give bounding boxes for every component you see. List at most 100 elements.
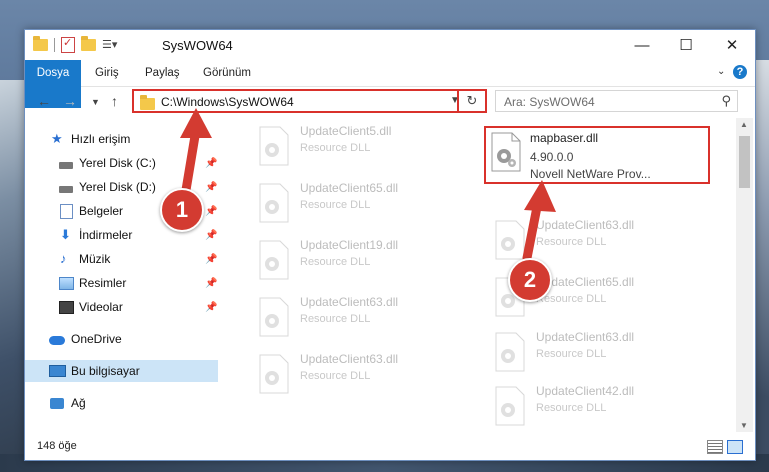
properties-icon[interactable] (61, 36, 75, 53)
ribbon: Dosya Giriş Paylaş Görünüm ⌄ ? (25, 60, 755, 108)
dll-file-icon (495, 220, 525, 260)
expand-ribbon-icon[interactable]: ⌄ (717, 66, 725, 77)
file-description: Resource DLL (536, 236, 607, 248)
tab-home[interactable]: Giriş (95, 60, 119, 86)
new-folder-icon[interactable] (81, 36, 96, 51)
this-pc-icon (49, 365, 66, 377)
navigation-bar: ← → ▼ ↑ C:\Windows\SysWOW64 ▼ ↻ Ara: Sys… (25, 87, 755, 117)
file-name: UpdateClient5.dll (300, 124, 392, 138)
pin-icon: 📌 (205, 277, 218, 289)
file-description: Resource DLL (300, 142, 371, 154)
folder-icon (33, 36, 48, 51)
file-version: 4.90.0.0 (530, 150, 574, 164)
sidebar-item-music[interactable]: ♪ Müzik 📌 (25, 248, 218, 270)
dll-file-icon (259, 354, 289, 394)
window-title: SysWOW64 (162, 38, 233, 53)
dll-file-icon (259, 126, 289, 166)
file-item[interactable]: UpdateClient63.dll Resource DLL (486, 326, 706, 374)
file-name: UpdateClient63.dll (536, 330, 635, 344)
sidebar-item-onedrive[interactable]: OneDrive (25, 328, 218, 350)
sidebar-item-label: Resimler (79, 276, 127, 290)
sidebar-item-quick-access[interactable]: ★ Hızlı erişim (25, 128, 218, 150)
refresh-button[interactable]: ↻ (457, 89, 487, 113)
pin-icon: 📌 (205, 205, 218, 217)
pictures-icon (59, 276, 74, 290)
toolbar-separator (54, 38, 55, 52)
sidebar-item-label: Hızlı erişim (71, 132, 131, 146)
item-count: 148 öğe (37, 440, 77, 452)
folder-icon (140, 95, 155, 110)
file-name: UpdateClient63.dll (300, 352, 399, 366)
file-item[interactable]: UpdateClient63.dll Resource DLL (250, 348, 470, 396)
pin-icon: 📌 (205, 157, 218, 169)
scroll-up-icon[interactable]: ▲ (740, 120, 748, 129)
maximize-button[interactable]: ☐ (663, 30, 709, 60)
onedrive-icon (49, 336, 65, 345)
file-item[interactable]: UpdateClient65.dll Resource DLL (250, 177, 470, 225)
file-description: Resource DLL (300, 370, 371, 382)
tab-share[interactable]: Paylaş (145, 60, 180, 86)
navigation-pane: ★ Hızlı erişim Yerel Disk (C:) 📌 Yerel D… (25, 118, 218, 432)
refresh-icon: ↻ (466, 93, 478, 108)
sidebar-item-label: Videolar (79, 300, 123, 314)
scroll-down-icon[interactable]: ▼ (740, 421, 748, 430)
file-name: mapbaser.dll (530, 131, 599, 145)
file-name: UpdateClient19.dll (300, 238, 399, 252)
address-bar[interactable]: C:\Windows\SysWOW64 ▼ (132, 89, 481, 113)
status-bar: 148 öğe (25, 434, 755, 460)
search-icon[interactable]: ⚲ (721, 93, 731, 109)
customize-toolbar-icon[interactable]: ☰▾ (102, 38, 117, 52)
tab-view[interactable]: Görünüm (203, 60, 251, 86)
file-description: Resource DLL (536, 348, 607, 360)
music-icon: ♪ (60, 251, 67, 266)
details-view-icon[interactable] (707, 440, 723, 454)
search-input[interactable]: Ara: SysWOW64 ⚲ (495, 90, 738, 112)
dll-file-icon (495, 332, 525, 372)
sidebar-item-videos[interactable]: Videolar 📌 (25, 296, 218, 318)
recent-locations-icon[interactable]: ▼ (91, 97, 100, 107)
sidebar-item-label: Ağ (71, 396, 86, 410)
videos-icon (59, 300, 74, 314)
star-icon: ★ (51, 131, 63, 146)
file-item[interactable]: UpdateClient63.dll Resource DLL (486, 214, 706, 262)
sidebar-item-network[interactable]: Ağ (25, 392, 218, 414)
address-path: C:\Windows\SysWOW64 (161, 95, 294, 109)
file-item[interactable]: UpdateClient19.dll Resource DLL (250, 234, 470, 282)
file-name: UpdateClient65.dll (300, 181, 399, 195)
dll-file-icon (495, 386, 525, 426)
scrollbar-thumb[interactable] (739, 136, 750, 188)
search-placeholder: Ara: SysWOW64 (504, 95, 595, 109)
sidebar-item-label: Belgeler (79, 204, 124, 218)
network-icon (50, 397, 64, 409)
file-item[interactable]: UpdateClient63.dll Resource DLL (250, 291, 470, 339)
file-company: Novell NetWare Prov... (530, 167, 651, 181)
up-arrow-icon[interactable]: ↑ (111, 93, 118, 109)
file-explorer-window: ☰▾ SysWOW64 — ☐ ✕ Dosya Giriş Paylaş Gör… (24, 29, 756, 461)
file-item[interactable]: UpdateClient42.dll Resource DLL (486, 380, 706, 428)
minimize-button[interactable]: — (619, 30, 665, 60)
sidebar-item-pictures[interactable]: Resimler 📌 (25, 272, 218, 294)
sidebar-item-label: İndirmeler (79, 228, 133, 242)
dll-file-icon (491, 132, 521, 172)
drive-icon (59, 185, 73, 193)
sidebar-item-label: Yerel Disk (D:) (79, 180, 156, 194)
help-icon[interactable]: ? (733, 65, 747, 79)
vertical-scrollbar[interactable]: ▲ ▼ (736, 118, 753, 432)
file-description: Resource DLL (300, 256, 371, 268)
downloads-icon: ⬇ (60, 227, 71, 242)
close-button[interactable]: ✕ (709, 30, 755, 60)
highlighted-file-box: mapbaser.dll 4.90.0.0 Novell NetWare Pro… (484, 126, 710, 184)
pin-icon: 📌 (205, 181, 218, 193)
back-arrow-icon[interactable]: ← (37, 93, 51, 109)
file-name: UpdateClient42.dll (536, 384, 635, 398)
file-item[interactable]: UpdateClient5.dll Resource DLL (250, 120, 470, 168)
file-item-mapbaser[interactable]: mapbaser.dll 4.90.0.0 Novell NetWare Pro… (486, 130, 706, 181)
sidebar-item-label: Bu bilgisayar (71, 364, 140, 378)
forward-arrow-icon[interactable]: → (63, 93, 77, 109)
sidebar-item-this-pc[interactable]: Bu bilgisayar (25, 360, 218, 382)
sidebar-item-label: Yerel Disk (C:) (79, 156, 156, 170)
tiles-view-icon[interactable] (727, 440, 743, 454)
sidebar-item-local-disk-c[interactable]: Yerel Disk (C:) 📌 (25, 152, 218, 174)
quick-access-toolbar: ☰▾ (33, 36, 117, 53)
file-description: Resource DLL (300, 313, 371, 325)
